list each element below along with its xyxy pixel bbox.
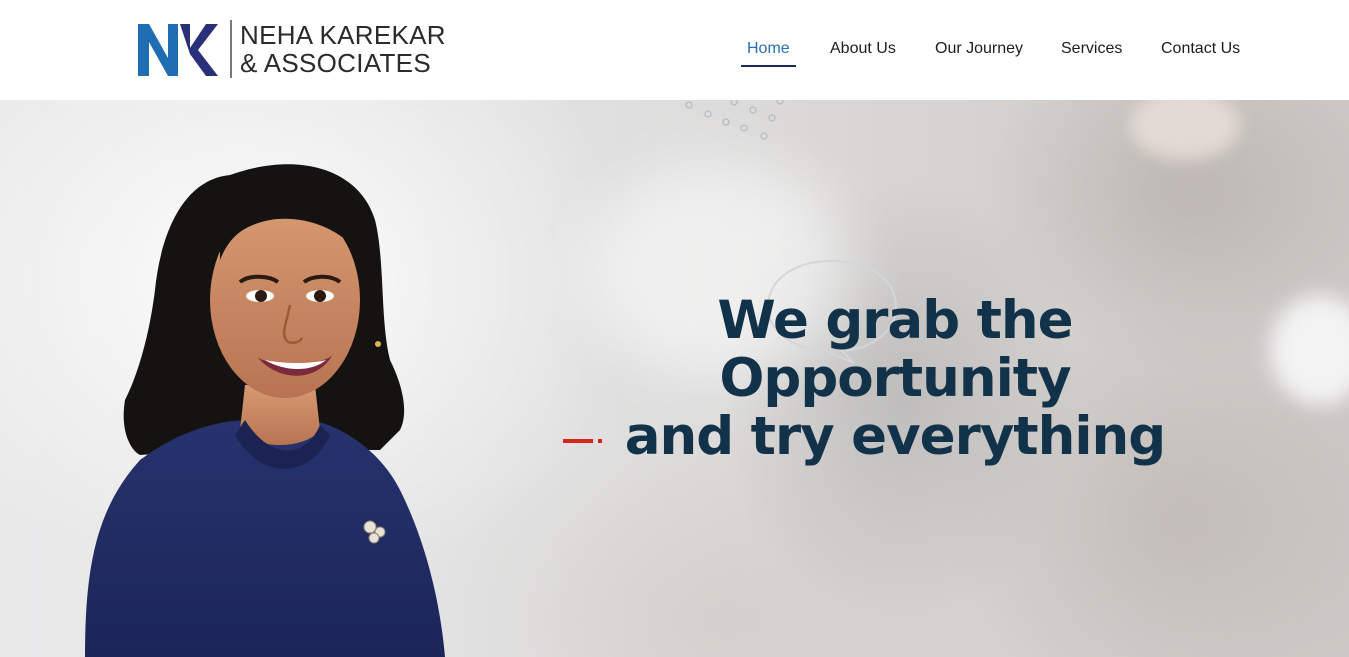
headline-line-1: We grab the Opportunity [717,290,1073,409]
headline-accent-divider [563,439,603,443]
nav-item-home[interactable]: Home [741,40,796,67]
hero-headline: We grab the Opportunity and try everythi… [540,292,1250,466]
accent-dot [598,439,602,443]
bokeh-light [1130,100,1240,160]
hero-banner: We grab the Opportunity and try everythi… [0,100,1349,657]
nav-item-label: Our Journey [935,40,1024,57]
site-header: NEHA KAREKAR & ASSOCIATES Home About Us … [0,0,1349,100]
nav-item-our-journey[interactable]: Our Journey [935,40,1023,58]
bokeh-light [1270,295,1349,405]
nav-item-contact-us[interactable]: Contact Us [1161,40,1240,58]
headline-line-2: and try everything [624,406,1166,467]
nav-item-label: About Us [830,40,896,57]
nav-item-label: Home [747,40,790,57]
woman-portrait [85,164,445,657]
nav-item-label: Services [1061,40,1123,57]
active-nav-underline [741,65,796,67]
dots-pattern-icon [685,100,784,140]
accent-bar [563,439,593,443]
nav-item-services[interactable]: Services [1061,40,1122,58]
main-nav: Home About Us Our Journey Services Conta… [0,40,1349,70]
nav-item-about-us[interactable]: About Us [830,40,896,58]
nav-item-label: Contact Us [1161,40,1241,57]
